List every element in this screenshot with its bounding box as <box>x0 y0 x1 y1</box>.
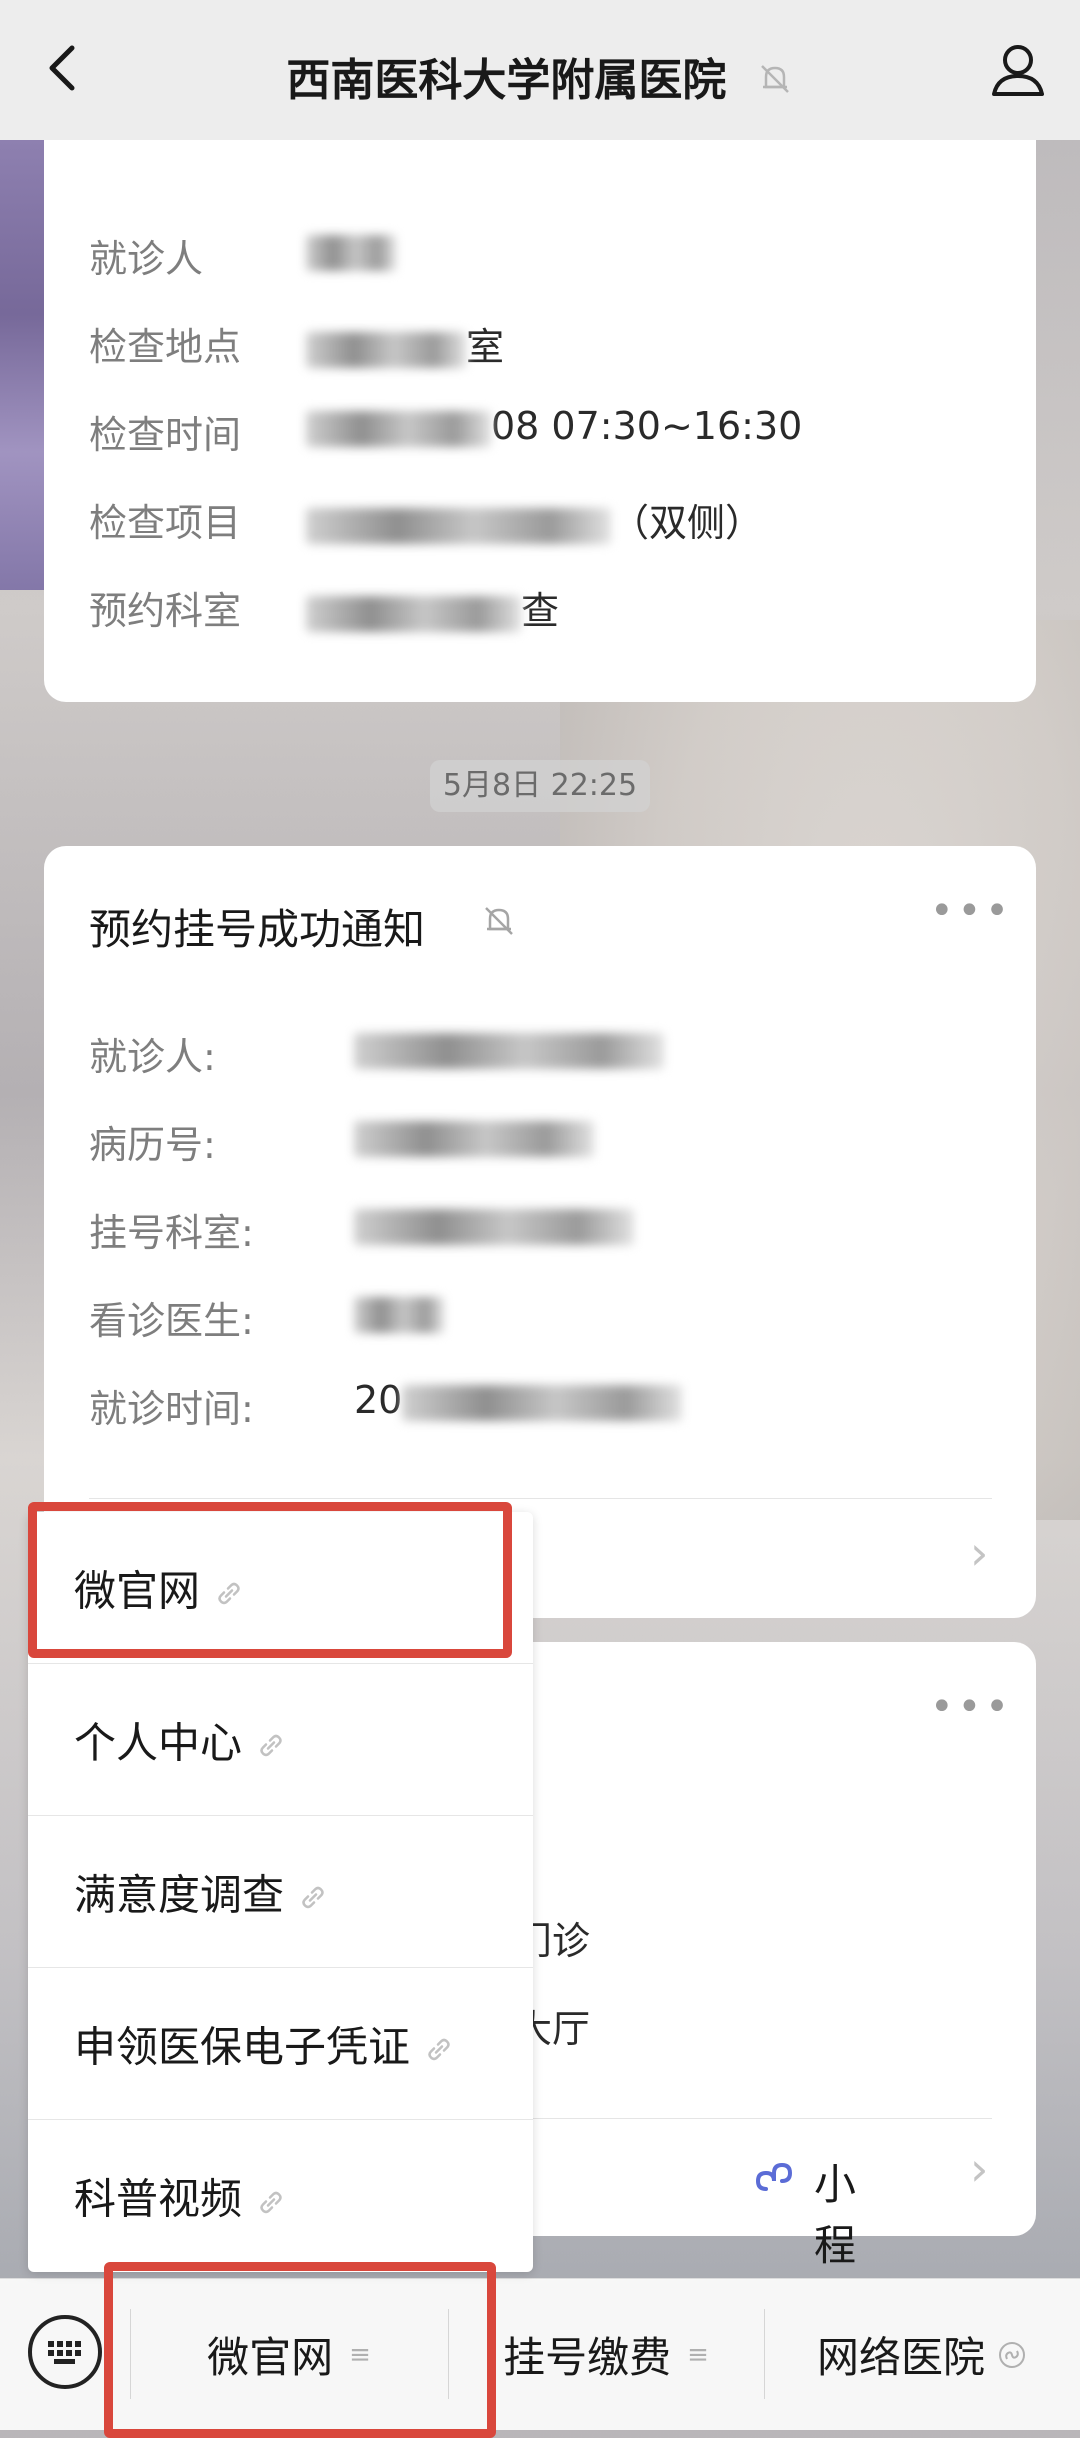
row-label-exam-time: 检查时间 <box>89 413 242 457</box>
menu-item-medical-insurance-voucher[interactable]: 申领医保电子凭证 <box>28 1968 533 2120</box>
row-value-exam-location: 室 <box>306 316 504 371</box>
user-profile-icon <box>992 45 1044 96</box>
more-options-icon[interactable]: ••• <box>930 1684 1013 1730</box>
menu-item-personal-center[interactable]: 个人中心 <box>28 1664 533 1816</box>
mini-program-icon <box>755 2162 793 2191</box>
row-label-visit-time: 就诊时间: <box>89 1387 254 1431</box>
highlight-box-menu-item <box>28 1502 512 1658</box>
link-icon <box>260 2191 282 2213</box>
row-value-department <box>354 1202 634 1246</box>
row-label-patient: 就诊人 <box>89 237 204 281</box>
row-label-doctor: 看诊医生: <box>89 1299 254 1343</box>
chat-header: 西南医科大学附属医院 <box>0 0 1080 140</box>
divider <box>89 1498 992 1499</box>
link-icon <box>428 2038 450 2061</box>
row-value-exam-time: 08 07:30~16:30 <box>306 404 802 448</box>
row-label-department: 挂号科室: <box>89 1211 254 1255</box>
keyboard-icon[interactable] <box>28 2315 102 2389</box>
menu-lines-icon: ≡ <box>687 2339 709 2370</box>
bell-off-icon <box>756 58 794 109</box>
mini-program-icon <box>999 2341 1025 2368</box>
row-label-patient: 就诊人: <box>89 1035 216 1079</box>
menu-item-satisfaction-survey[interactable]: 满意度调查 <box>28 1816 533 1968</box>
card-title: 预约挂号成功通知 <box>89 905 426 954</box>
menu-item-label: 申领医保电子凭证 <box>74 2022 411 2071</box>
menu-item-science-video[interactable]: 科普视频 <box>28 2120 533 2272</box>
row-label-exam-location: 检查地点 <box>89 325 242 369</box>
chevron-right-icon: › <box>970 2142 989 2196</box>
row-value-patient <box>306 228 396 272</box>
row-value-record-number <box>354 1114 594 1158</box>
chevron-right-icon: › <box>970 1526 989 1580</box>
row-label-department: 预约科室 <box>89 589 242 633</box>
profile-button[interactable] <box>986 38 1050 102</box>
exam-appointment-card[interactable]: 就诊人 检查地点 室 检查时间 08 07:30~16:30 检查项目 （双侧）… <box>44 100 1036 702</box>
link-icon <box>260 1734 282 1757</box>
page-title: 西南医科大学附属医院 <box>286 55 727 106</box>
highlight-box-bottom-tab <box>104 2262 496 2438</box>
row-value-doctor <box>354 1290 444 1334</box>
row-value-visit-time: 20 <box>354 1378 683 1422</box>
menu-item-label: 满意度调查 <box>74 1870 285 1919</box>
row-value-patient <box>354 1026 664 1070</box>
message-timestamp: 5月8日 22:25 <box>430 760 650 812</box>
more-options-icon[interactable]: ••• <box>930 888 1013 934</box>
link-icon <box>302 1886 324 1909</box>
bell-off-icon <box>485 907 513 935</box>
row-value-exam-item: （双侧） <box>306 492 763 547</box>
tab-label: 网络医院 <box>816 2333 985 2382</box>
menu-item-label: 个人中心 <box>74 1718 243 1767</box>
tab-online-hospital[interactable]: 网络医院 <box>764 2279 1080 2430</box>
row-label-exam-item: 检查项目 <box>89 501 242 545</box>
row-value-department: 查 <box>306 580 559 635</box>
row-label-record-number: 病历号: <box>89 1123 216 1167</box>
tab-label: 挂号缴费 <box>503 2333 672 2382</box>
menu-item-label: 科普视频 <box>74 2174 243 2224</box>
